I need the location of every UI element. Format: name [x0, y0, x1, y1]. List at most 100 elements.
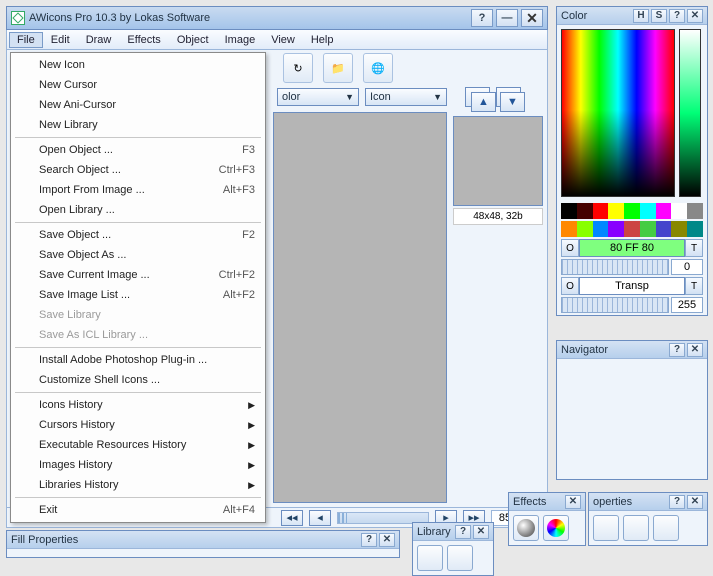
color-help-button[interactable]: ?	[669, 9, 685, 23]
color-slider-1[interactable]	[561, 259, 669, 275]
color-swatch[interactable]	[624, 203, 640, 219]
transp-o-button[interactable]: O	[561, 277, 579, 295]
file-menu-item[interactable]: Install Adobe Photoshop Plug-in ...	[11, 350, 265, 370]
effect-sphere-button[interactable]	[513, 515, 539, 541]
menu-file[interactable]: File	[9, 32, 43, 48]
color-swatch[interactable]	[671, 203, 687, 219]
zoom-prev-button[interactable]: ◂	[309, 510, 331, 526]
menu-image[interactable]: Image	[217, 32, 264, 48]
hue-saturation-picker[interactable]	[561, 29, 675, 197]
file-menu-item[interactable]: Open Object ...F3	[11, 140, 265, 160]
color-swatch[interactable]	[577, 203, 593, 219]
effect-rainbow-button[interactable]	[543, 515, 569, 541]
effects-close-button[interactable]: ✕	[565, 495, 581, 509]
menu-help[interactable]: Help	[303, 32, 342, 48]
file-menu-item[interactable]: Executable Resources History▶	[11, 435, 265, 455]
web-button[interactable]: 🌐	[363, 53, 393, 83]
color-swatch[interactable]	[608, 203, 624, 219]
hex-value[interactable]: 80 FF 80	[579, 239, 685, 257]
color-combo[interactable]: olor▼	[277, 88, 359, 106]
file-menu-item[interactable]: Save Current Image ...Ctrl+F2	[11, 265, 265, 285]
color-swatch[interactable]	[608, 221, 624, 237]
menu-item-label: Save Image List ...	[39, 289, 130, 301]
lightness-picker[interactable]	[679, 29, 701, 197]
next-preview-button[interactable]: ▼	[500, 92, 525, 112]
close-button[interactable]: ✕	[521, 9, 543, 27]
chevron-down-icon: ▼	[345, 92, 354, 102]
file-menu-item[interactable]: Icons History▶	[11, 395, 265, 415]
file-menu-item[interactable]: Open Library ...	[11, 200, 265, 220]
canvas[interactable]	[273, 112, 447, 503]
chevron-down-icon: ▼	[433, 92, 442, 102]
preview-thumbnail[interactable]	[453, 116, 543, 206]
color-swatch[interactable]	[687, 203, 703, 219]
navigator-title: Navigator	[561, 344, 608, 356]
color-swatch[interactable]	[656, 221, 672, 237]
zoom-start-button[interactable]: ◂◂	[281, 510, 303, 526]
menu-view[interactable]: View	[263, 32, 303, 48]
file-menu-item[interactable]: Import From Image ...Alt+F3	[11, 180, 265, 200]
file-menu-item[interactable]: New Icon	[11, 55, 265, 75]
props-close-button[interactable]: ✕	[687, 495, 703, 509]
folder-button[interactable]: 📁	[323, 53, 353, 83]
type-combo[interactable]: Icon▼	[365, 88, 447, 106]
menu-effects[interactable]: Effects	[119, 32, 168, 48]
menu-item-label: Install Adobe Photoshop Plug-in ...	[39, 354, 207, 366]
file-menu-item[interactable]: New Library	[11, 115, 265, 135]
color-swatch[interactable]	[671, 221, 687, 237]
lib-help-button[interactable]: ?	[455, 525, 471, 539]
library-title: Library	[417, 526, 451, 538]
file-menu-item[interactable]: Images History▶	[11, 455, 265, 475]
effects-title: Effects	[513, 496, 546, 508]
minimize-button[interactable]: —	[496, 9, 518, 27]
color-s-button[interactable]: S	[651, 9, 667, 23]
hex-o-button[interactable]: O	[561, 239, 579, 257]
lib-btn-2[interactable]	[447, 545, 473, 571]
color-swatch[interactable]	[593, 203, 609, 219]
color-swatch[interactable]	[561, 221, 577, 237]
color-swatch[interactable]	[656, 203, 672, 219]
menu-edit[interactable]: Edit	[43, 32, 78, 48]
file-menu-item[interactable]: Cursors History▶	[11, 415, 265, 435]
file-menu-item[interactable]: Save Object ...F2	[11, 225, 265, 245]
file-menu-item[interactable]: Save Image List ...Alt+F2	[11, 285, 265, 305]
file-menu-item[interactable]: Customize Shell Icons ...	[11, 370, 265, 390]
redo-icon: ↻	[293, 62, 302, 75]
hex-t-button[interactable]: T	[685, 239, 703, 257]
fill-close-button[interactable]: ✕	[379, 533, 395, 547]
color-swatch[interactable]	[561, 203, 577, 219]
menubar: File Edit Draw Effects Object Image View…	[6, 30, 548, 50]
prop-btn-1[interactable]	[593, 515, 619, 541]
lib-btn-1[interactable]	[417, 545, 443, 571]
color-swatch[interactable]	[640, 203, 656, 219]
color-h-button[interactable]: H	[633, 9, 649, 23]
file-menu-item[interactable]: Libraries History▶	[11, 475, 265, 495]
prop-btn-2[interactable]	[623, 515, 649, 541]
color-swatch[interactable]	[593, 221, 609, 237]
file-menu-item[interactable]: New Cursor	[11, 75, 265, 95]
lib-close-button[interactable]: ✕	[473, 525, 489, 539]
color-swatch[interactable]	[577, 221, 593, 237]
file-menu-item[interactable]: Search Object ...Ctrl+F3	[11, 160, 265, 180]
fill-help-button[interactable]: ?	[361, 533, 377, 547]
file-menu-item[interactable]: New Ani-Cursor	[11, 95, 265, 115]
file-menu-item[interactable]: ExitAlt+F4	[11, 500, 265, 520]
file-menu-item[interactable]: Save Object As ...	[11, 245, 265, 265]
color-close-button[interactable]: ✕	[687, 9, 703, 23]
nav-close-button[interactable]: ✕	[687, 343, 703, 357]
prev-preview-button[interactable]: ▲	[471, 92, 496, 112]
file-menu-dropdown: New IconNew CursorNew Ani-CursorNew Libr…	[10, 52, 266, 523]
redo-button[interactable]: ↻	[283, 53, 313, 83]
menu-object[interactable]: Object	[169, 32, 217, 48]
transp-t-button[interactable]: T	[685, 277, 703, 295]
nav-help-button[interactable]: ?	[669, 343, 685, 357]
color-swatch[interactable]	[624, 221, 640, 237]
menu-draw[interactable]: Draw	[78, 32, 120, 48]
color-swatch[interactable]	[640, 221, 656, 237]
sphere-icon	[517, 519, 535, 537]
props-help-button[interactable]: ?	[669, 495, 685, 509]
prop-btn-3[interactable]	[653, 515, 679, 541]
help-button[interactable]: ?	[471, 9, 493, 27]
color-swatch[interactable]	[687, 221, 703, 237]
color-slider-2[interactable]	[561, 297, 669, 313]
